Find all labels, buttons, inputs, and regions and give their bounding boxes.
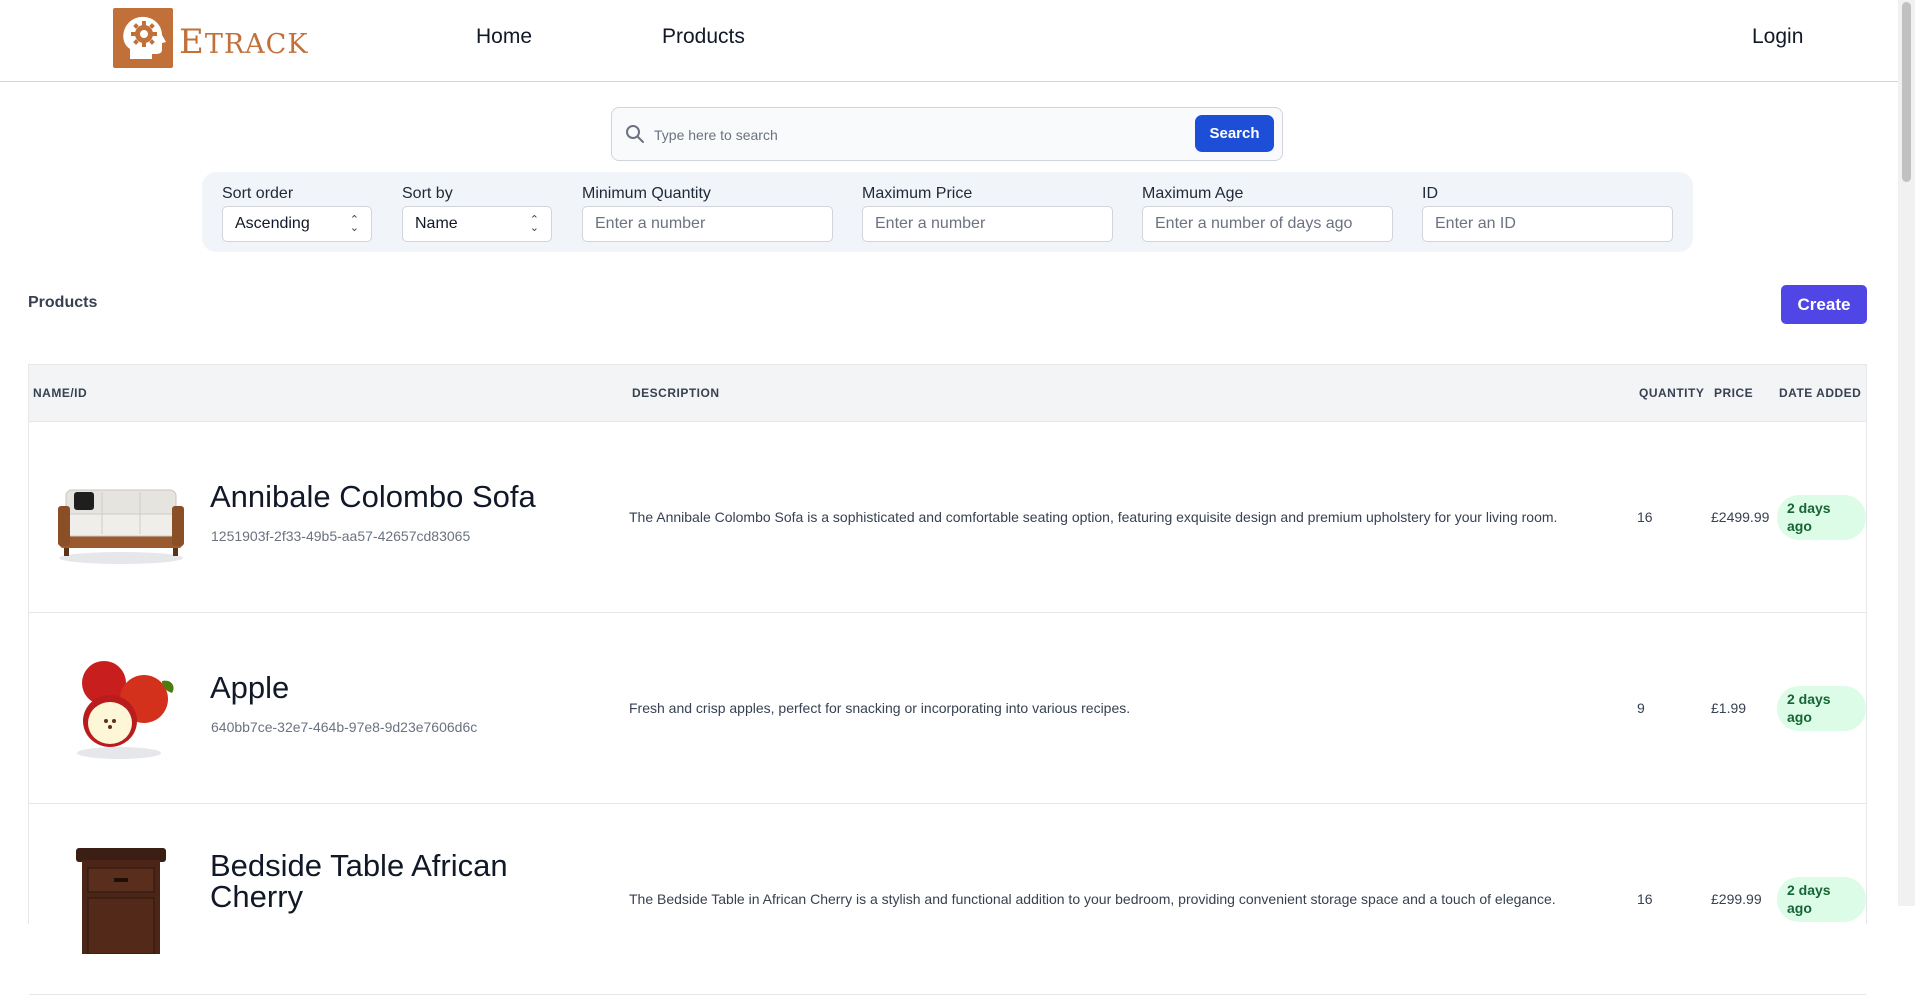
product-description: Fresh and crisp apples, perfect for snac… <box>629 700 1131 716</box>
date-added-badge: 2 days ago <box>1777 877 1866 922</box>
min-quantity-input[interactable]: Enter a number <box>582 206 833 242</box>
nav-home-link[interactable]: Home <box>476 25 532 49</box>
brand-name: ETRACK <box>179 17 309 59</box>
create-button[interactable]: Create <box>1781 285 1867 324</box>
search-button[interactable]: Search <box>1195 115 1274 152</box>
sort-by-filter: Sort by Name ⌃ ⌄ <box>402 185 552 242</box>
max-age-input[interactable]: Enter a number of days ago <box>1142 206 1393 242</box>
table-row[interactable]: Apple 640bb7ce-32e7-464b-97e8-9d23e7606d… <box>29 613 1866 804</box>
product-id: 640bb7ce-32e7-464b-97e8-9d23e7606d6c <box>211 719 478 735</box>
bedside-table-image <box>76 848 166 954</box>
products-heading: Products <box>28 294 98 311</box>
product-name[interactable]: Bedside Table African Cherry <box>210 850 540 912</box>
sort-by-value: Name <box>415 215 458 232</box>
table-row[interactable]: Bedside Table African Cherry The Bedside… <box>29 804 1866 995</box>
nav-login-link[interactable]: Login <box>1752 25 1803 49</box>
brand-name-rest: TRACK <box>204 29 309 60</box>
brand-logo[interactable]: ETRACK <box>113 8 309 68</box>
column-header-name-id[interactable]: NAME/ID <box>33 386 87 400</box>
filter-panel: Sort order Ascending ⌃ ⌄ Sort by Name ⌃ ⌄ … <box>202 172 1693 252</box>
sofa-image <box>58 489 184 564</box>
apple-image <box>77 661 174 759</box>
id-input[interactable]: Enter an ID <box>1422 206 1673 242</box>
sort-order-value: Ascending <box>235 215 310 232</box>
product-description: The Annibale Colombo Sofa is a sophistic… <box>629 509 1558 525</box>
id-filter: ID Enter an ID <box>1422 185 1673 242</box>
min-quantity-label: Minimum Quantity <box>582 185 711 202</box>
max-price-label: Maximum Price <box>862 185 973 202</box>
column-header-date-added[interactable]: DATE ADDED <box>1779 386 1861 400</box>
sort-order-select[interactable]: Ascending ⌃ ⌄ <box>222 206 372 242</box>
date-added-badge: 2 days ago <box>1777 686 1866 731</box>
column-header-quantity[interactable]: QUANTITY <box>1639 386 1704 400</box>
product-name[interactable]: Apple <box>210 672 289 703</box>
head-gear-icon <box>113 8 173 68</box>
table-header: NAME/ID DESCRIPTION QUANTITY PRICE DATE … <box>29 365 1866 422</box>
date-added-badge: 2 days ago <box>1777 495 1866 540</box>
max-price-input[interactable]: Enter a number <box>862 206 1113 242</box>
product-price: £299.99 <box>1711 891 1762 907</box>
product-quantity: 16 <box>1637 891 1653 907</box>
page-scrollbar[interactable] <box>1898 0 1915 906</box>
product-price: £2499.99 <box>1711 509 1770 525</box>
max-price-filter: Maximum Price Enter a number <box>862 185 1113 242</box>
product-quantity: 9 <box>1637 700 1645 716</box>
product-id: 1251903f-2f33-49b5-aa57-42657cd83065 <box>211 528 471 544</box>
products-table: NAME/ID DESCRIPTION QUANTITY PRICE DATE … <box>28 364 1867 995</box>
table-row[interactable]: Annibale Colombo Sofa 1251903f-2f33-49b5… <box>29 422 1866 613</box>
column-header-price[interactable]: PRICE <box>1714 386 1753 400</box>
brand-name-first: E <box>179 22 205 62</box>
sort-by-label: Sort by <box>402 185 453 202</box>
sort-order-label: Sort order <box>222 185 294 202</box>
top-navbar: ETRACK Home Products Login <box>0 0 1898 82</box>
max-age-filter: Maximum Age Enter a number of days ago <box>1142 185 1393 242</box>
select-arrows-icon: ⌃ ⌄ <box>349 214 359 234</box>
nav-products-link[interactable]: Products <box>662 25 745 49</box>
search-bar: Search <box>611 107 1283 161</box>
sort-by-select[interactable]: Name ⌃ ⌄ <box>402 206 552 242</box>
product-price: £1.99 <box>1711 700 1747 716</box>
scrollbar-thumb[interactable] <box>1902 2 1911 182</box>
select-arrows-icon: ⌃ ⌄ <box>529 214 539 234</box>
search-icon <box>626 125 644 143</box>
min-quantity-filter: Minimum Quantity Enter a number <box>582 185 833 242</box>
id-label: ID <box>1422 185 1438 202</box>
column-header-description[interactable]: DESCRIPTION <box>632 386 720 400</box>
max-age-label: Maximum Age <box>1142 185 1244 202</box>
search-input[interactable] <box>652 118 1176 152</box>
product-quantity: 16 <box>1637 509 1653 525</box>
product-name[interactable]: Annibale Colombo Sofa <box>210 481 536 512</box>
sort-order-filter: Sort order Ascending ⌃ ⌄ <box>222 185 372 242</box>
product-description: The Bedside Table in African Cherry is a… <box>629 891 1556 907</box>
